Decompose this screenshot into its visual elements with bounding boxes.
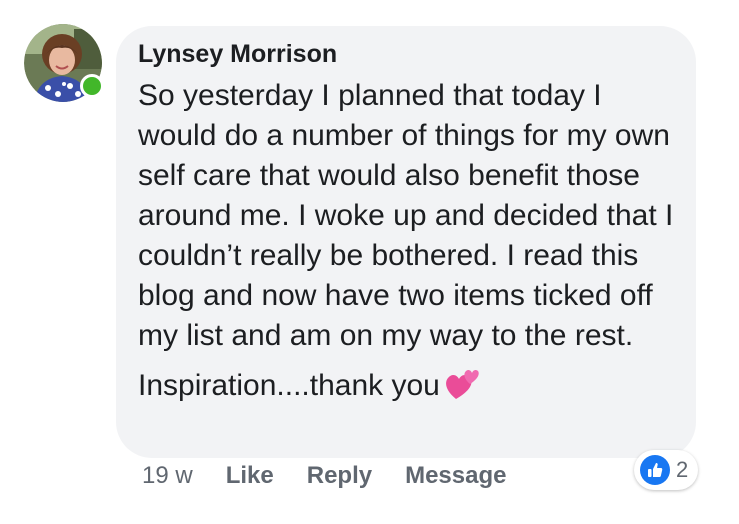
comment-author-name[interactable]: Lynsey Morrison (138, 40, 337, 69)
comment-body: So yesterday I planned that today I woul… (138, 76, 686, 406)
comment-bubble: Lynsey Morrison So yesterday I planned t… (116, 26, 696, 458)
comment-text-paragraph: Inspiration....thank you (138, 366, 686, 406)
message-button[interactable]: Message (405, 462, 506, 490)
two-hearts-emoji (445, 369, 479, 399)
comment-actions: 19 w Like Reply Message (142, 462, 506, 490)
comment-text-line: Inspiration....thank you (138, 369, 440, 402)
like-button[interactable]: Like (226, 462, 274, 490)
online-status-indicator (80, 74, 104, 98)
thumbs-up-icon (640, 455, 670, 485)
reaction-summary[interactable]: 2 (634, 450, 699, 490)
comment-text-paragraph: So yesterday I planned that today I woul… (138, 79, 674, 352)
avatar[interactable] (24, 24, 104, 102)
comment: Lynsey Morrison So yesterday I planned t… (0, 0, 739, 524)
comment-timestamp[interactable]: 19 w (142, 462, 193, 490)
reply-button[interactable]: Reply (307, 462, 372, 490)
reaction-count: 2 (676, 457, 689, 482)
